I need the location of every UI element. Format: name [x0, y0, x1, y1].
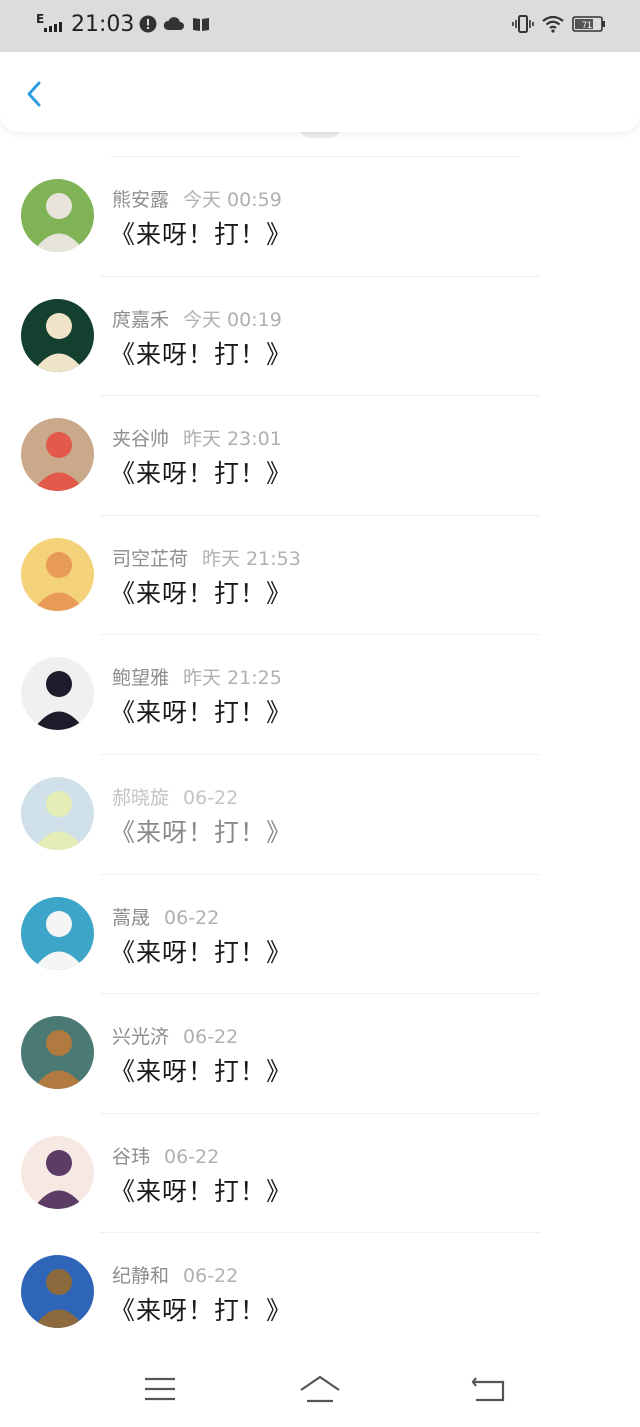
message-text: 《来呀！打！》 [110, 459, 293, 489]
avatar[interactable] [21, 1135, 94, 1209]
avatar[interactable] [21, 1016, 94, 1090]
sender-name: 司空芷荷 [112, 547, 189, 570]
message-row[interactable]: 熊安露 今天 00:59 《来呀！打！》 [0, 157, 640, 277]
alert-icon [139, 15, 157, 33]
sender-name: 郝晓旋 [112, 786, 170, 809]
message-text: 《来呀！打！》 [110, 1057, 293, 1087]
back-nav-icon [471, 1377, 505, 1402]
message-text: 《来呀！打！》 [110, 937, 293, 967]
sender-name: 鲍望雅 [112, 667, 170, 690]
avatar[interactable] [21, 418, 94, 492]
book-icon [193, 18, 209, 31]
battery-level: 71 [582, 20, 592, 30]
avatar[interactable] [21, 179, 94, 252]
home-button[interactable] [298, 1374, 342, 1410]
message-row[interactable]: 谷玮 06-22 《来呀！打！》 [0, 1114, 640, 1234]
back-button[interactable] [18, 74, 54, 114]
clock: 21:03 [71, 12, 135, 37]
status-bar: E 21:03 71 [0, 0, 640, 52]
sender-name: 兴光济 [112, 1026, 170, 1049]
message-time: 昨天 21:53 [202, 547, 301, 570]
message-time: 今天 00:19 [183, 308, 282, 331]
sender-name: 庹嘉禾 [112, 308, 170, 331]
cloud-icon [163, 17, 184, 30]
avatar[interactable] [21, 896, 94, 970]
message-text: 《来呀！打！》 [110, 1296, 293, 1326]
avatar[interactable] [21, 776, 94, 850]
message-list[interactable]: 熊安露 今天 00:59 《来呀！打！》 庹嘉禾 今天 00:19 《来呀！打！》 夹谷帅昨… [0, 157, 640, 1353]
message-row[interactable]: 司空芷荷 昨天 21:53 《来呀！打！》 [0, 516, 640, 636]
home-icon [300, 1375, 340, 1403]
message-text: 《来呀！打！》 [110, 220, 293, 249]
wifi-icon [542, 15, 564, 33]
avatar[interactable] [21, 657, 94, 731]
message-row[interactable]: 兴光济 06-22 《来呀！打！》 [0, 994, 640, 1114]
message-row[interactable]: 夹谷帅 昨天 23:01 《来呀！打！》 [0, 396, 640, 516]
message-text: 《来呀！打！》 [110, 698, 293, 728]
message-time: 昨天 23:01 [183, 428, 282, 451]
menu-icon [145, 1377, 175, 1401]
chevron-left-icon [27, 81, 41, 107]
message-text: 《来呀！打！》 [110, 817, 293, 847]
message-time: 06-22 [183, 1265, 239, 1288]
message-text: 《来呀！打！》 [110, 339, 293, 369]
signal-icon [44, 20, 62, 32]
battery-icon: 71 [572, 16, 605, 32]
message-row[interactable]: 蒿晟 06-22 《来呀！打！》 [0, 875, 640, 995]
menu-button[interactable] [144, 1374, 176, 1408]
header-bar [0, 52, 640, 132]
message-time: 06-22 [164, 906, 220, 929]
message-row[interactable]: 鲍望雅 昨天 21:25 《来呀！打！》 [0, 635, 640, 755]
message-time: 昨天 21:25 [183, 667, 282, 690]
sender-name: 蒿晟 [112, 906, 151, 929]
sender-name: 夹谷帅 [112, 428, 170, 451]
avatar[interactable] [21, 298, 94, 372]
back-nav-button[interactable] [470, 1374, 506, 1408]
message-row[interactable]: 纪静和 06-22 《来呀！打！》 [0, 1233, 640, 1353]
message-row[interactable]: 郝晓旋 06-22 《来呀！打！》 [0, 755, 640, 875]
sender-name: 纪静和 [112, 1265, 170, 1288]
avatar[interactable] [21, 537, 94, 611]
sender-name: 谷玮 [112, 1145, 151, 1168]
network-type: E [36, 12, 45, 26]
message-text: 《来呀！打！》 [110, 578, 293, 608]
message-text: 《来呀！打！》 [110, 1176, 293, 1206]
sender-name: 熊安露 [112, 189, 170, 211]
message-time: 06-22 [183, 1026, 239, 1049]
message-time: 06-22 [164, 1145, 220, 1168]
message-time: 06-22 [183, 786, 239, 809]
message-time: 今天 00:59 [183, 189, 282, 211]
system-nav-bar [0, 1352, 640, 1427]
message-row[interactable]: 庹嘉禾 今天 00:19 《来呀！打！》 [0, 277, 640, 397]
vibrate-icon [512, 15, 534, 33]
avatar[interactable] [21, 1255, 94, 1329]
